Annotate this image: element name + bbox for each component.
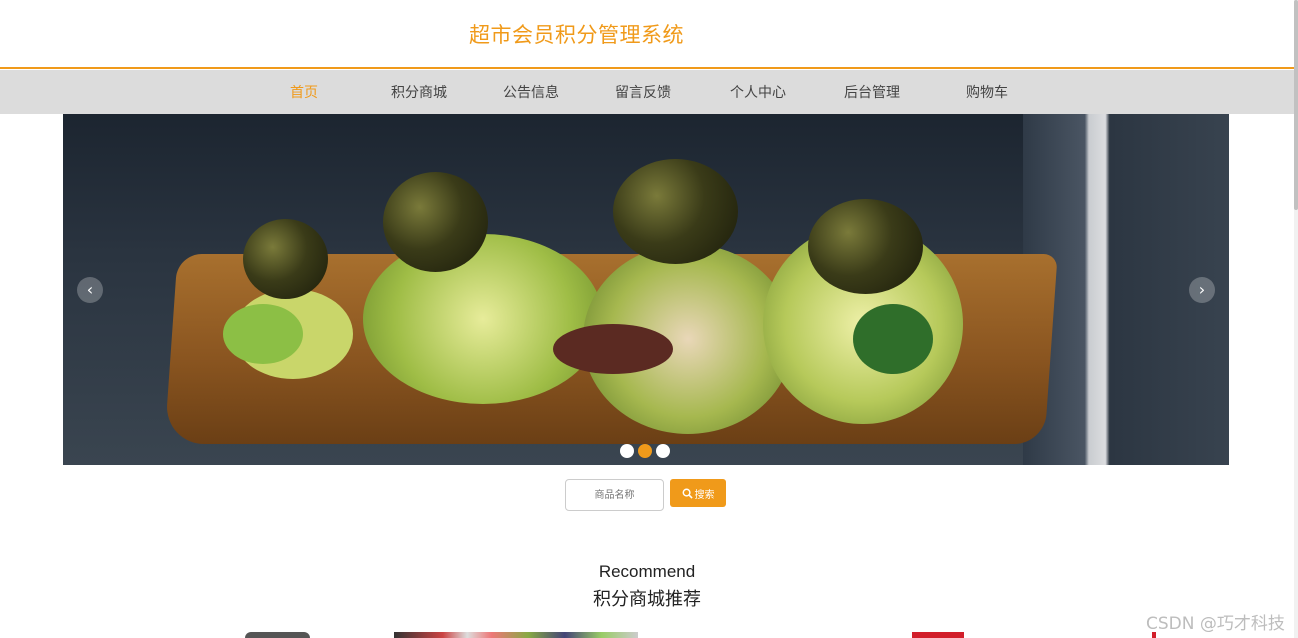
- product-search-input[interactable]: [565, 479, 664, 511]
- scrollbar-thumb[interactable]: [1294, 0, 1298, 210]
- carousel-prev-button[interactable]: ‹: [77, 277, 103, 303]
- carousel-next-button[interactable]: ›: [1189, 277, 1215, 303]
- banner-image-greens: [223, 304, 303, 364]
- banner-image-caviar: [243, 219, 328, 299]
- main-nav: 首页 积分商城 公告信息 留言反馈 个人中心 后台管理 购物车: [0, 70, 1294, 114]
- nav-item-feedback[interactable]: 留言反馈: [615, 82, 671, 102]
- nav-item-personal-center[interactable]: 个人中心: [730, 82, 786, 102]
- recommend-title-en: Recommend: [598, 562, 696, 581]
- chevron-right-icon: ›: [1198, 280, 1206, 299]
- banner-image-caviar: [383, 172, 488, 272]
- nav-item-admin[interactable]: 后台管理: [844, 82, 900, 102]
- product-thumbnail[interactable]: [912, 632, 964, 638]
- nav-item-points-mall[interactable]: 积分商城: [391, 82, 447, 102]
- page-scrollbar[interactable]: [1294, 0, 1298, 638]
- banner-image-caviar: [808, 199, 923, 294]
- recommend-title-cn: 积分商城推荐: [593, 589, 701, 610]
- nav-item-home[interactable]: 首页: [290, 82, 318, 102]
- nav-item-announcements[interactable]: 公告信息: [503, 82, 559, 102]
- product-thumbnail[interactable]: [245, 632, 310, 638]
- site-title: 超市会员积分管理系统: [469, 23, 684, 47]
- search-button[interactable]: 搜索: [670, 479, 726, 507]
- site-header: 超市会员积分管理系统: [0, 0, 1294, 69]
- banner-image-olive: [553, 324, 673, 374]
- page: 超市会员积分管理系统 首页 积分商城 公告信息 留言反馈 个人中心 后台管理 购…: [0, 0, 1298, 638]
- carousel-dot[interactable]: [656, 444, 670, 458]
- carousel-dot-active[interactable]: [638, 444, 652, 458]
- banner-carousel[interactable]: ‹ ›: [63, 114, 1229, 465]
- banner-image-leaf: [853, 304, 933, 374]
- banner-image-caviar: [613, 159, 738, 264]
- carousel-dot[interactable]: [620, 444, 634, 458]
- product-thumbnail[interactable]: [394, 632, 638, 638]
- banner-image-greens: [363, 234, 603, 404]
- search-icon: [682, 488, 693, 499]
- nav-item-cart[interactable]: 购物车: [966, 82, 1008, 102]
- watermark: CSDN @巧才科技: [1146, 614, 1285, 634]
- search-button-label: 搜索: [694, 489, 715, 501]
- chevron-left-icon: ‹: [86, 280, 94, 299]
